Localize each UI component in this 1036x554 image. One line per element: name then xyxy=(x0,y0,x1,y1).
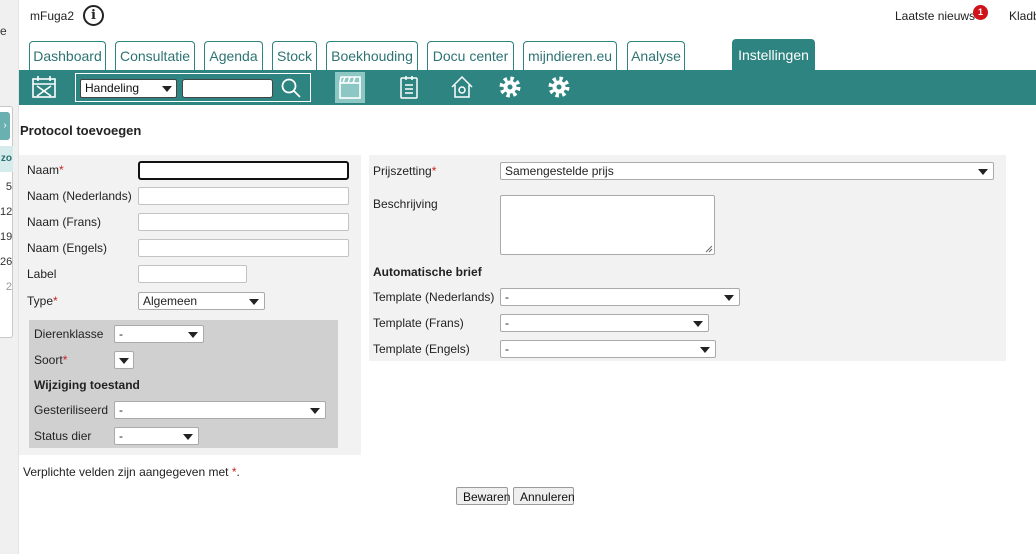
template-nl-label: Template (Nederlands) xyxy=(373,290,495,304)
template-nl-select[interactable]: - xyxy=(500,288,740,306)
gesteriliseerd-value: - xyxy=(119,403,123,417)
info-icon[interactable]: i xyxy=(83,5,104,26)
save-button[interactable]: Bewaren xyxy=(456,487,510,505)
chevron-down-icon xyxy=(693,321,703,327)
notepad-link[interactable]: Kladblok xyxy=(1009,9,1036,23)
mini-calendar-day[interactable]: 2 xyxy=(0,281,12,293)
template-en-select[interactable]: - xyxy=(500,340,716,358)
gear-icon[interactable] xyxy=(546,74,572,100)
search-icon[interactable] xyxy=(280,77,302,99)
tab-instellingen[interactable]: Instellingen xyxy=(732,39,815,71)
resize-grip-icon[interactable] xyxy=(705,245,713,253)
template-en-label: Template (Engels) xyxy=(373,342,470,356)
tab-consultatie[interactable]: Consultatie xyxy=(115,41,195,71)
chevron-down-icon xyxy=(724,295,734,301)
gear-icon[interactable] xyxy=(497,74,523,100)
tab-analyse[interactable]: Analyse xyxy=(627,41,685,71)
prijszetting-value: Samengestelde prijs xyxy=(505,164,614,178)
naam-en-label: Naam (Engels) xyxy=(27,241,108,255)
naam-label: Naam* xyxy=(27,163,64,177)
quick-search: Handeling xyxy=(75,73,311,102)
naam-input[interactable] xyxy=(138,161,349,180)
calendar-x-icon[interactable] xyxy=(31,74,57,100)
automatische-brief-heading: Automatische brief xyxy=(373,265,482,279)
status-dier-select[interactable]: - xyxy=(114,427,199,445)
required-fields-note: Verplichte velden zijn aangegeven met *. xyxy=(23,465,240,479)
prijszetting-label: Prijszetting* xyxy=(373,164,437,178)
mini-calendar-day[interactable]: 19 xyxy=(0,231,12,243)
label-input[interactable] xyxy=(138,265,247,283)
chevron-down-icon xyxy=(119,358,129,364)
mini-calendar-day[interactable]: 26 xyxy=(0,256,12,268)
expand-panel-button[interactable]: › xyxy=(0,112,10,140)
left-side-panel: e › zo 5 12 19 26 2 xyxy=(0,0,19,554)
news-count-badge: 1 xyxy=(973,5,988,20)
mini-calendar-day[interactable]: 12 xyxy=(0,206,12,218)
template-en-value: - xyxy=(505,342,509,356)
mini-calendar-day[interactable]: 5 xyxy=(0,181,12,193)
type-label: Type* xyxy=(27,294,58,308)
chevron-down-icon xyxy=(700,347,710,353)
page-title: Protocol toevoegen xyxy=(20,123,142,138)
naam-fr-label: Naam (Frans) xyxy=(27,215,102,229)
tab-docu-center[interactable]: Docu center xyxy=(427,41,514,71)
chevron-down-icon xyxy=(162,86,172,92)
tab-boekhouding[interactable]: Boekhouding xyxy=(326,41,418,71)
gesteriliseerd-label: Gesteriliseerd xyxy=(34,403,109,417)
type-select[interactable]: Algemeen xyxy=(138,292,265,310)
wijziging-toestand-heading: Wijziging toestand xyxy=(34,378,140,392)
clapperboard-icon[interactable] xyxy=(335,72,365,103)
chevron-down-icon xyxy=(249,299,259,305)
dierenklasse-label: Dierenklasse xyxy=(34,327,104,341)
chevron-down-icon xyxy=(188,332,198,338)
search-type-value: Handeling xyxy=(85,81,140,95)
house-icon[interactable] xyxy=(449,74,475,100)
tab-agenda[interactable]: Agenda xyxy=(204,41,263,71)
soort-select[interactable] xyxy=(114,351,134,369)
naam-nl-label: Naam (Nederlands) xyxy=(27,189,132,203)
search-input[interactable] xyxy=(182,79,273,98)
app-title: mFuga2 xyxy=(30,9,75,23)
template-fr-value: - xyxy=(505,316,509,330)
template-nl-value: - xyxy=(505,290,509,304)
beschrijving-label: Beschrijving xyxy=(373,197,438,211)
soort-label: Soort* xyxy=(34,353,68,367)
tab-dashboard[interactable]: Dashboard xyxy=(29,41,106,71)
clipboard-icon[interactable] xyxy=(396,74,422,100)
template-fr-select[interactable]: - xyxy=(500,314,709,332)
toolbar: Handeling xyxy=(19,70,1036,105)
naam-nl-input[interactable] xyxy=(138,187,349,205)
mini-calendar xyxy=(0,106,13,338)
side-panel-edge-text: e xyxy=(0,24,7,38)
latest-news-link[interactable]: Laatste nieuws xyxy=(895,9,975,23)
status-dier-value: - xyxy=(119,429,123,443)
label-label: Label xyxy=(27,267,57,281)
template-fr-label: Template (Frans) xyxy=(373,316,464,330)
status-dier-label: Status dier xyxy=(34,429,92,443)
beschrijving-textarea[interactable] xyxy=(500,195,715,255)
prijszetting-select[interactable]: Samengestelde prijs xyxy=(500,162,994,180)
chevron-down-icon xyxy=(310,408,320,414)
dierenklasse-select[interactable]: - xyxy=(114,325,204,343)
tab-mijndieren[interactable]: mijndieren.eu xyxy=(523,41,617,71)
cancel-button[interactable]: Annuleren xyxy=(513,487,575,505)
dierenklasse-value: - xyxy=(119,327,123,341)
search-type-select[interactable]: Handeling xyxy=(80,79,177,98)
mini-calendar-header: zo xyxy=(0,146,13,172)
naam-en-input[interactable] xyxy=(138,239,349,257)
gesteriliseerd-select[interactable]: - xyxy=(114,401,326,419)
chevron-down-icon xyxy=(978,169,988,175)
naam-fr-input[interactable] xyxy=(138,213,349,231)
tab-stock[interactable]: Stock xyxy=(272,41,317,71)
type-select-value: Algemeen xyxy=(143,294,198,308)
chevron-down-icon xyxy=(183,434,193,440)
